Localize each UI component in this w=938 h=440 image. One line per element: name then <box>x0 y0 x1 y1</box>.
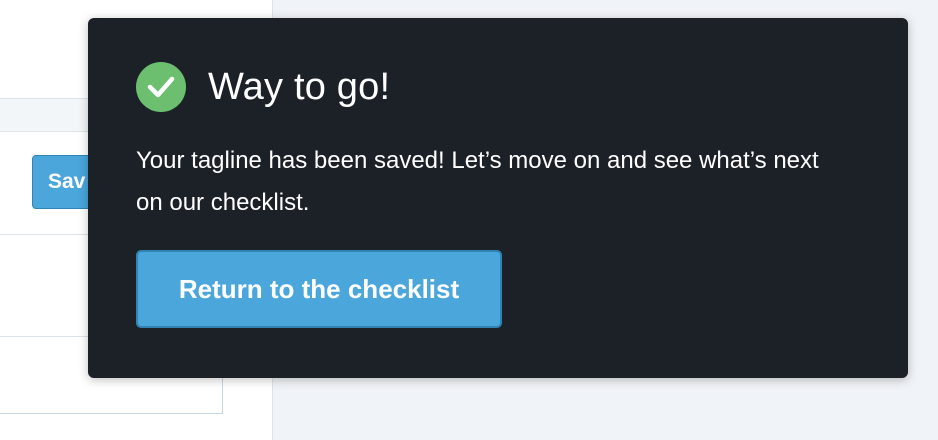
popover-message: Your tagline has been saved! Let’s move … <box>136 147 819 216</box>
input-box-edge <box>0 413 223 414</box>
popover-header: Way to go! <box>136 62 390 112</box>
stage: Sav Way to go! Your tagline has been sav… <box>0 0 938 440</box>
popover-title: Way to go! <box>208 65 391 108</box>
checkmark-circle-icon <box>136 62 186 112</box>
return-to-checklist-button[interactable]: Return to the checklist <box>136 250 502 328</box>
success-popover: Way to go! Your tagline has been saved! … <box>88 18 908 378</box>
